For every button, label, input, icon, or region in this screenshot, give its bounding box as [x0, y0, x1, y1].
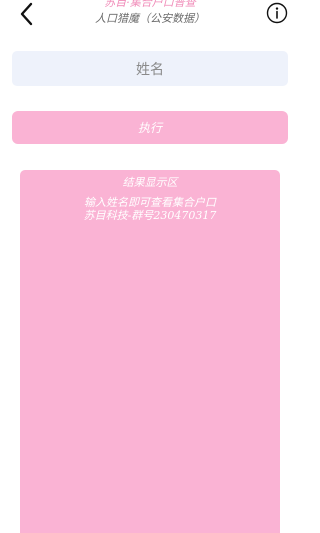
result-text: 输入姓名即可查看集合户口 苏目科技-群号230470317	[20, 196, 280, 222]
result-line: 输入姓名即可查看集合户口	[84, 196, 216, 209]
back-button[interactable]	[14, 1, 40, 27]
title-line-1: 苏目·集合户口普查	[104, 0, 196, 9]
info-circle-icon	[266, 2, 288, 24]
result-line: 苏目科技-群号230470317	[83, 209, 217, 222]
chevron-left-icon	[20, 2, 33, 26]
result-panel: 结果显示区 输入姓名即可查看集合户口 苏目科技-群号230470317	[20, 170, 280, 533]
page-title: 苏目·集合户口普查 人口猎魔（公安数据）	[70, 0, 230, 26]
info-button[interactable]	[266, 2, 288, 24]
name-input[interactable]	[12, 51, 288, 86]
result-title: 结果显示区	[122, 176, 178, 189]
execute-button-label: 执行	[137, 121, 162, 135]
title-line-2: 人口猎魔（公安数据）	[95, 12, 205, 25]
execute-button[interactable]: 执行	[12, 111, 288, 144]
